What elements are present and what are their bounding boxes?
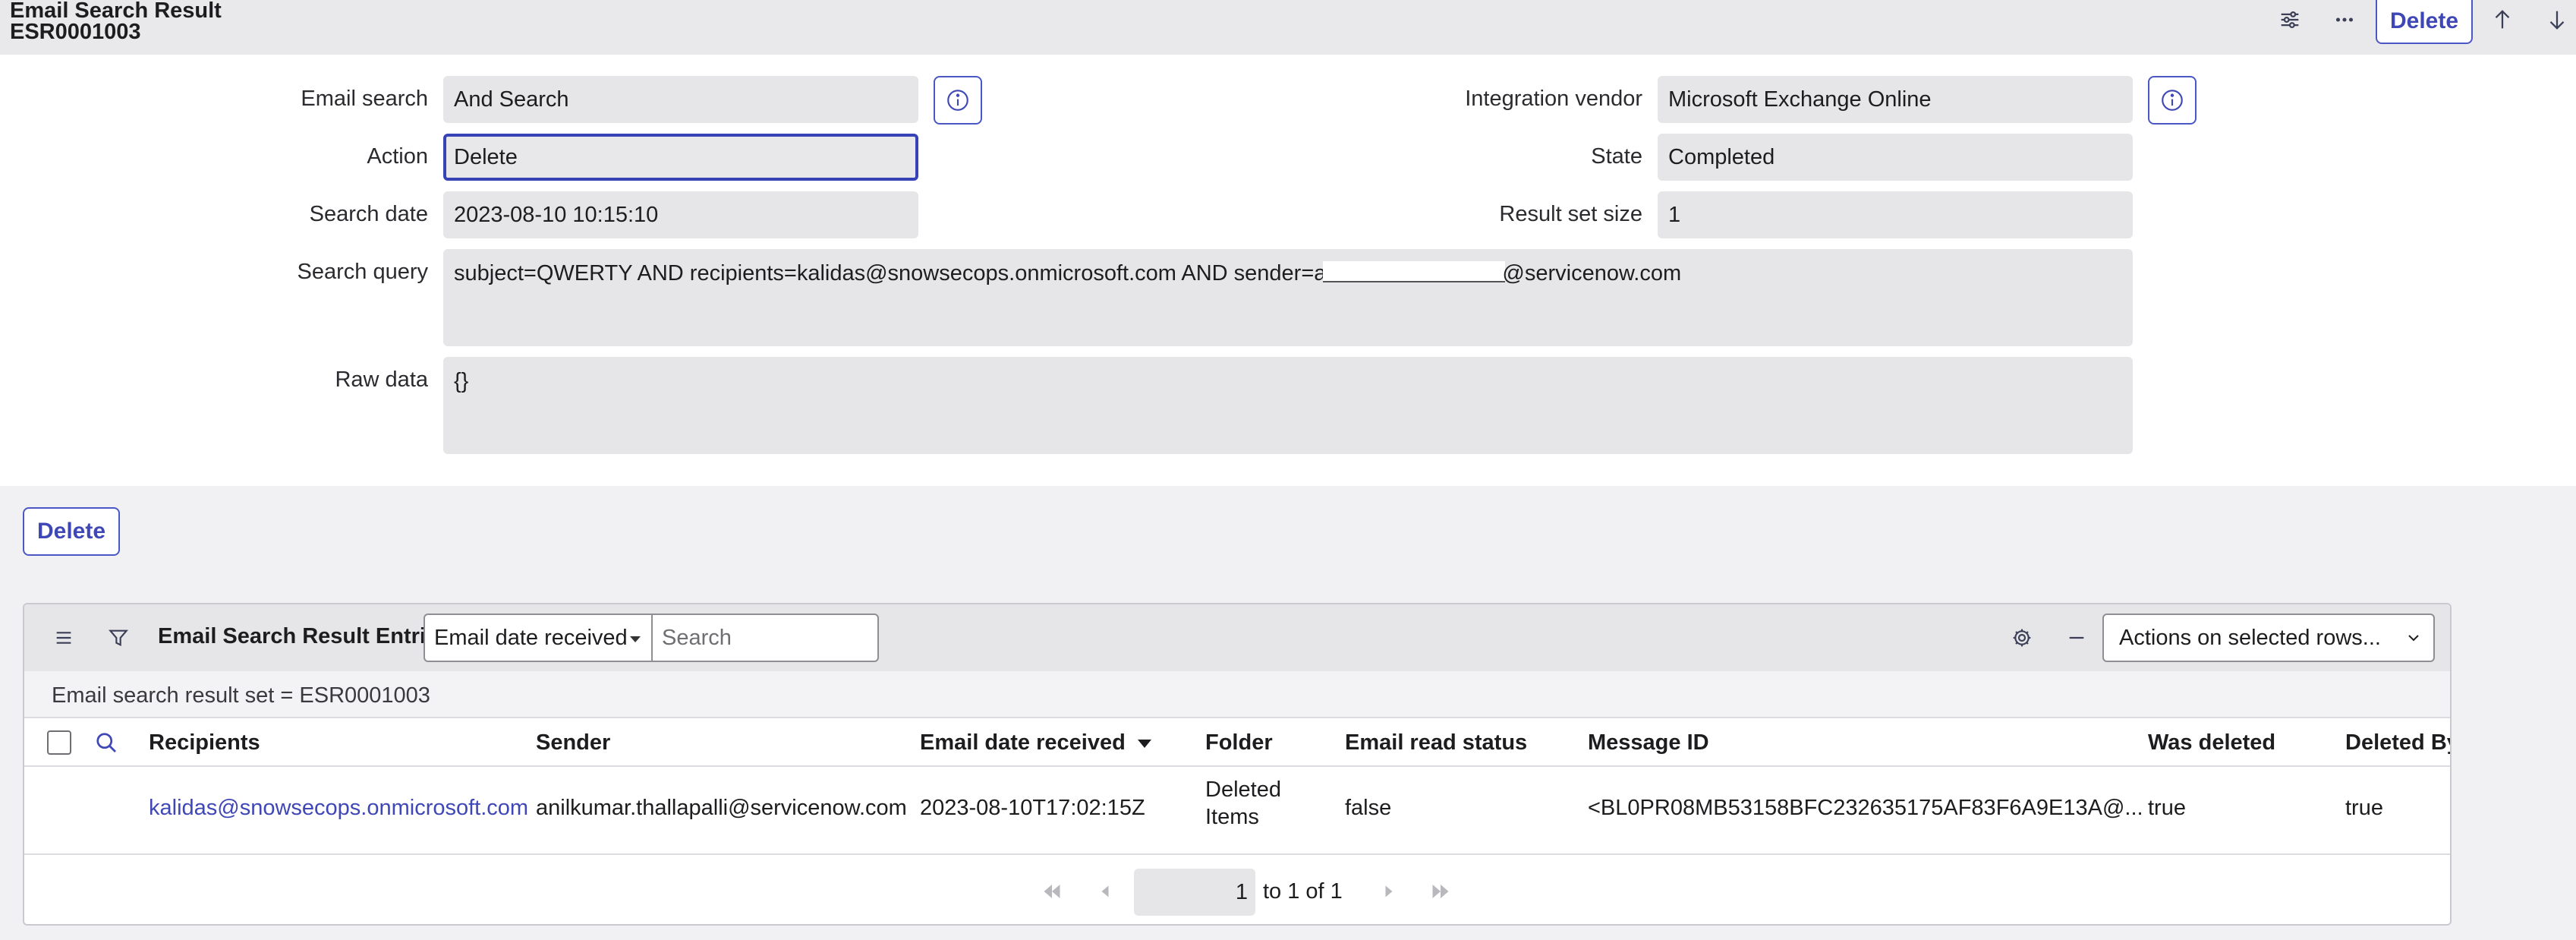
sort-descending-icon	[1137, 739, 1151, 748]
cell-message-id: <BL0PR08MB53158BFC232635175AF83F6A9E13A@…	[1588, 796, 2143, 820]
search-date-value: 2023-08-10 10:15:10	[454, 202, 659, 227]
caret-down-icon	[630, 636, 641, 642]
raw-data-label: Raw data	[335, 367, 428, 392]
header-delete-button[interactable]: Delete	[2376, 0, 2473, 44]
delete-button[interactable]: Delete	[23, 507, 120, 556]
info-icon	[947, 90, 968, 111]
raw-data-field[interactable]: {}	[443, 357, 2133, 454]
column-header-message-id[interactable]: Message ID	[1588, 730, 1709, 755]
arrow-up-icon[interactable]	[2483, 3, 2521, 36]
result-set-size-value: 1	[1668, 202, 1681, 227]
search-query-field[interactable]: subject=QWERTY AND recipients=kalidas@sn…	[443, 249, 2133, 346]
column-header-email-date-received[interactable]: Email date received	[920, 730, 1151, 755]
integration-vendor-info-button[interactable]	[2148, 76, 2197, 125]
state-field[interactable]: Completed	[1658, 134, 2133, 181]
gear-icon[interactable]	[2004, 620, 2040, 656]
column-header-folder[interactable]: Folder	[1205, 730, 1273, 755]
integration-vendor-field[interactable]: Microsoft Exchange Online	[1658, 76, 2133, 123]
result-set-size-label: Result set size	[1499, 202, 1642, 226]
cell-recipients[interactable]: kalidas@snowsecops.onmicrosoft.com	[149, 796, 528, 821]
page-range-text: to 1 of 1	[1263, 879, 1343, 904]
search-date-field[interactable]: 2023-08-10 10:15:10	[443, 191, 918, 238]
search-query-value-suffix: @servicenow.com	[1502, 261, 1682, 285]
action-label: Action	[367, 144, 428, 169]
search-date-label: Search date	[309, 202, 428, 226]
cell-deleted-by: true	[2345, 796, 2383, 820]
raw-data-value: {}	[454, 369, 469, 393]
hamburger-menu-icon[interactable]	[46, 620, 82, 656]
action-value: Delete	[454, 144, 518, 169]
related-list: Email Search Result Entries Email date r…	[23, 603, 2452, 926]
minimize-icon[interactable]	[2058, 620, 2095, 656]
email-search-label: Email search	[301, 87, 428, 111]
search-field-select[interactable]: Email date received	[424, 614, 653, 662]
cell-email-read-status: false	[1345, 796, 1392, 820]
actions-on-selected-rows-select[interactable]: Actions on selected rows...	[2102, 614, 2435, 662]
actions-select-value: Actions on selected rows...	[2119, 625, 2381, 650]
search-query-label: Search query	[297, 260, 429, 284]
column-header-email-date-received-label: Email date received	[920, 730, 1126, 755]
breadcrumb-filter: Email search result set = ESR0001003	[24, 671, 2450, 718]
previous-page-icon[interactable]	[1091, 878, 1119, 905]
first-page-icon[interactable]	[1038, 878, 1066, 905]
search-query-value-prefix: subject=QWERTY AND recipients=kalidas@sn…	[454, 261, 1327, 285]
email-search-value: And Search	[454, 87, 569, 112]
cell-was-deleted: true	[2148, 796, 2186, 820]
table-header: Recipients Sender Email date received Fo…	[24, 718, 2450, 767]
column-header-deleted-by[interactable]: Deleted By	[2345, 730, 2450, 755]
integration-vendor-value: Microsoft Exchange Online	[1668, 87, 1932, 112]
column-header-recipients[interactable]: Recipients	[149, 730, 260, 755]
filter-icon[interactable]	[100, 620, 137, 656]
action-field[interactable]: Delete	[443, 134, 918, 181]
info-icon	[2162, 90, 2183, 111]
filter-condition[interactable]: Email search result set = ESR0001003	[52, 683, 430, 708]
integration-vendor-label: Integration vendor	[1465, 87, 1642, 111]
cell-sender: anilkumar.thallapalli@servicenow.com	[536, 796, 907, 820]
state-label: State	[1591, 144, 1642, 169]
last-page-icon[interactable]	[1427, 878, 1454, 905]
result-set-size-field[interactable]: 1	[1658, 191, 2133, 238]
column-header-was-deleted[interactable]: Was deleted	[2148, 730, 2275, 755]
search-field-select-value: Email date received	[434, 625, 628, 650]
select-all-checkbox[interactable]	[47, 730, 71, 755]
table-row: kalidas@snowsecops.onmicrosoft.com anilk…	[24, 767, 2450, 855]
pagination: to 1 of 1	[24, 855, 2450, 924]
state-value: Completed	[1668, 144, 1775, 169]
sliders-icon[interactable]	[2271, 3, 2309, 36]
email-search-info-button[interactable]	[934, 76, 982, 125]
chevron-down-icon	[2408, 635, 2419, 642]
column-header-sender[interactable]: Sender	[536, 730, 610, 755]
page-number-input[interactable]	[1134, 869, 1255, 916]
list-title: Email Search Result Entries	[158, 624, 451, 648]
more-icon[interactable]	[2326, 3, 2363, 36]
form-header: Email Search Result ESR0001003 Delete	[0, 0, 2576, 55]
cell-email-date-received: 2023-08-10T17:02:15Z	[920, 796, 1145, 820]
search-icon[interactable]	[93, 729, 120, 756]
record-form: Email search And Search Action Delete Se…	[0, 55, 2576, 486]
cell-folder: Deleted Items	[1205, 778, 1281, 829]
page-title: Email Search Result	[10, 0, 222, 23]
list-search-input[interactable]	[651, 614, 879, 662]
record-number: ESR0001003	[10, 20, 141, 44]
list-toolbar: Email Search Result Entries Email date r…	[24, 604, 2450, 671]
column-header-email-read-status[interactable]: Email read status	[1345, 730, 1527, 755]
arrow-down-icon[interactable]	[2538, 3, 2576, 36]
email-search-field[interactable]: And Search	[443, 76, 918, 123]
redaction-block	[1323, 261, 1506, 282]
next-page-icon[interactable]	[1375, 878, 1403, 905]
